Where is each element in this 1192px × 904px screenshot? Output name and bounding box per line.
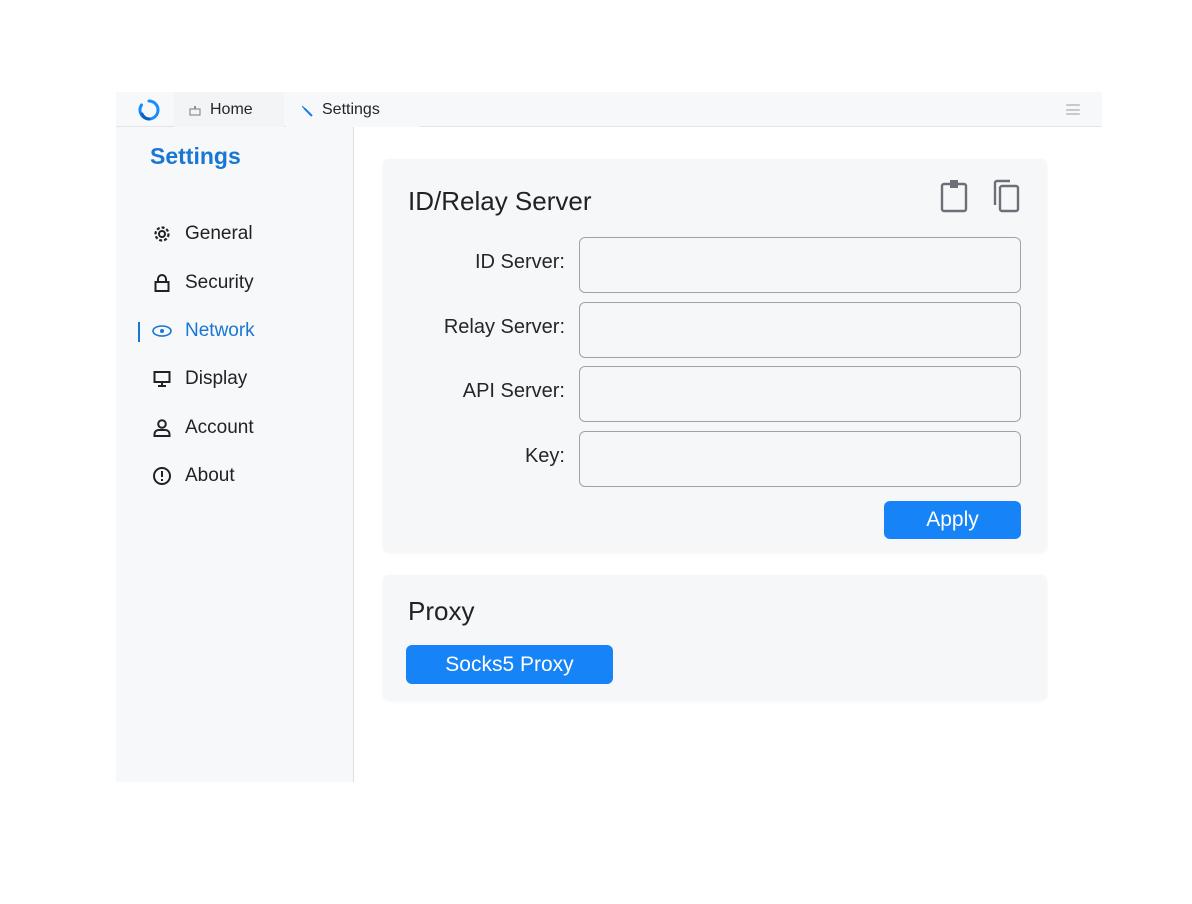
sidebar-item-network[interactable]: Network xyxy=(116,314,353,348)
active-indicator xyxy=(138,322,140,342)
id-server-label: ID Server: xyxy=(474,251,565,273)
proxy-card: Proxy Socks5 Proxy xyxy=(383,575,1047,700)
proxy-card-title: Proxy xyxy=(408,596,475,626)
tab-settings[interactable]: Settings xyxy=(286,92,420,127)
socks5-proxy-button[interactable]: Socks5 Proxy xyxy=(406,645,613,684)
sidebar-item-label: Display xyxy=(185,368,248,389)
tab-home-label: Home xyxy=(210,100,253,118)
key-input[interactable] xyxy=(579,431,1021,487)
user-icon xyxy=(151,417,173,439)
sidebar-item-security[interactable]: Security xyxy=(116,266,353,300)
key-label: Key: xyxy=(524,445,565,467)
sidebar-title: Settings xyxy=(150,143,241,169)
copy-icon xyxy=(992,179,1020,218)
relay-server-card: ID/Relay Server ID Server: Relay Server:… xyxy=(383,159,1047,552)
clipboard-icon xyxy=(940,179,968,218)
app-window: Home Settings Settings General Security … xyxy=(116,92,1102,782)
monitor-icon xyxy=(151,368,173,390)
relay-card-title: ID/Relay Server xyxy=(408,186,592,216)
tab-bar: Home Settings xyxy=(116,92,1102,127)
key-row: Key: xyxy=(383,431,1047,487)
tab-home[interactable]: Home xyxy=(174,92,284,127)
id-server-input[interactable] xyxy=(579,237,1021,293)
lock-icon xyxy=(151,272,173,294)
wrench-icon xyxy=(300,103,314,117)
home-icon xyxy=(188,103,202,117)
relay-server-row: Relay Server: xyxy=(383,302,1047,358)
sidebar-item-label: General xyxy=(185,223,253,244)
sidebar-item-label: Security xyxy=(185,272,254,293)
api-server-row: API Server: xyxy=(383,366,1047,422)
sidebar-item-account[interactable]: Account xyxy=(116,411,353,445)
relay-server-input[interactable] xyxy=(579,302,1021,358)
network-icon xyxy=(151,320,173,342)
sidebar-item-label: Account xyxy=(185,417,254,438)
sidebar-item-label: About xyxy=(185,465,235,486)
sidebar-item-display[interactable]: Display xyxy=(116,362,353,396)
paste-button[interactable] xyxy=(938,179,970,218)
sidebar-item-general[interactable]: General xyxy=(116,217,353,251)
app-logo-icon xyxy=(138,99,160,121)
copy-button[interactable] xyxy=(990,179,1022,218)
sidebar: Settings General Security Network Displa… xyxy=(116,127,354,782)
main-content: ID/Relay Server ID Server: Relay Server:… xyxy=(355,127,1102,782)
gear-icon xyxy=(151,223,173,245)
api-server-input[interactable] xyxy=(579,366,1021,422)
api-server-label: API Server: xyxy=(462,380,565,402)
tab-settings-label: Settings xyxy=(322,100,380,118)
info-icon xyxy=(151,465,173,487)
id-server-row: ID Server: xyxy=(383,237,1047,293)
sidebar-item-about[interactable]: About xyxy=(116,459,353,493)
relay-server-label: Relay Server: xyxy=(443,316,565,338)
apply-button[interactable]: Apply xyxy=(884,501,1021,539)
sidebar-item-label: Network xyxy=(185,320,255,341)
menu-icon[interactable] xyxy=(1066,104,1080,115)
